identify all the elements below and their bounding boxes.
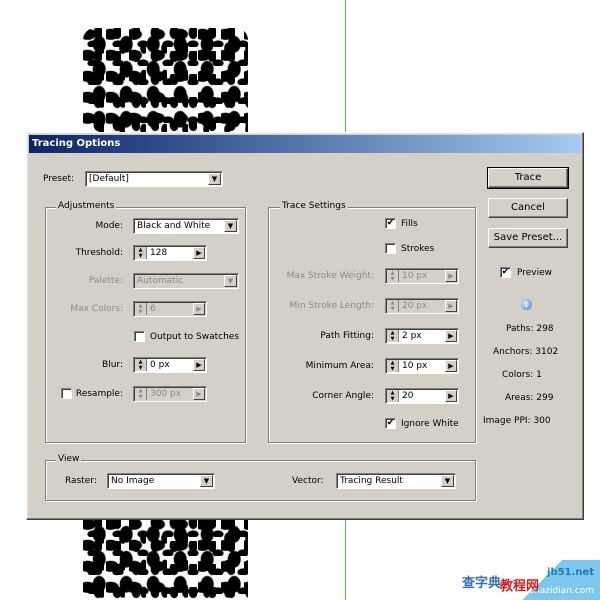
chevron-down-icon: ▼ <box>224 275 237 287</box>
preset-label: Preset: <box>43 174 75 184</box>
slider-arrow-icon[interactable]: ▶ <box>445 360 457 372</box>
spin-arrows-icon[interactable]: ▲ ▼ <box>387 330 399 342</box>
stat-paths: Paths: 298 <box>506 324 554 334</box>
spin-arrows-icon[interactable]: ▲ ▼ <box>387 270 399 282</box>
stat-colors: Colors: 1 <box>502 370 542 380</box>
trace-settings-title: Trace Settings <box>280 200 348 212</box>
chevron-down-icon: ▼ <box>224 220 237 232</box>
stat-anchors: Anchors: 3102 <box>493 347 559 357</box>
ignore-white-label: Ignore White <box>401 419 459 429</box>
trace-settings-group <box>268 207 476 443</box>
stat-areas: Areas: 299 <box>505 393 554 403</box>
max-colors-value: 6 <box>150 304 156 314</box>
minimum-area-stepper[interactable]: ▲ ▼ 10 px ▶ <box>385 358 459 374</box>
slider-arrow-icon[interactable]: ▶ <box>193 359 205 371</box>
threshold-label: Threshold: <box>75 248 123 258</box>
preset-value: [Default] <box>89 174 129 184</box>
palette-label: Palette: <box>88 276 123 286</box>
min-stroke-length-stepper[interactable]: ▲ ▼ 20 px ▶ <box>385 298 459 314</box>
trace-button[interactable]: Trace <box>487 167 569 189</box>
slider-arrow-icon[interactable]: ▶ <box>445 270 457 282</box>
path-fitting-stepper[interactable]: ▲ ▼ 2 px ▶ <box>385 328 459 344</box>
save-preset-button[interactable]: Save Preset... <box>488 228 568 248</box>
chevron-down-icon: ▼ <box>208 173 221 185</box>
spin-arrows-icon[interactable]: ▲ ▼ <box>387 360 399 372</box>
cancel-button[interactable]: Cancel <box>488 198 568 218</box>
vector-label: Vector: <box>292 476 324 486</box>
spin-arrows-icon[interactable]: ▲ ▼ <box>135 303 147 315</box>
max-colors-stepper[interactable]: ▲ ▼ 6 ▶ <box>133 301 207 317</box>
slider-arrow-icon[interactable]: ▶ <box>193 388 205 400</box>
strokes-label: Strokes <box>401 244 435 254</box>
mode-value: Black and White <box>137 221 211 231</box>
corner-angle-value: 20 <box>402 391 414 401</box>
palette-value: Automatic <box>137 276 184 286</box>
tracing-options-dialog: Tracing Options Preset: [Default] ▼ Adju… <box>26 132 584 520</box>
minimum-area-value: 10 px <box>402 361 428 371</box>
corner-angle-label: Corner Angle: <box>312 391 374 401</box>
resample-label: Resample: <box>75 389 123 399</box>
vector-select[interactable]: Tracing Result ▼ <box>336 473 456 489</box>
resample-stepper[interactable]: ▲ ▼ 300 px ▶ <box>133 386 207 402</box>
spin-arrows-icon[interactable]: ▲ ▼ <box>387 390 399 402</box>
chevron-down-icon: ▼ <box>200 475 213 487</box>
watermark-cn1: 查字典 <box>462 576 502 591</box>
output-to-swatches-checkbox[interactable] <box>134 331 145 342</box>
slider-arrow-icon[interactable]: ▶ <box>445 390 457 402</box>
slider-arrow-icon[interactable]: ▶ <box>445 330 457 342</box>
preview-checkbox[interactable]: ✔ <box>500 267 511 278</box>
ignore-white-checkbox[interactable]: ✔ <box>385 418 396 429</box>
max-stroke-weight-value: 10 px <box>402 271 428 281</box>
output-to-swatches-label: Output to Swatches <box>150 332 240 342</box>
view-title: View <box>56 453 82 465</box>
artwork-bottom <box>83 518 248 600</box>
spin-arrows-icon[interactable]: ▲ ▼ <box>387 300 399 312</box>
min-stroke-length-label: Min Stroke Length: <box>289 301 374 311</box>
max-colors-label: Max Colors: <box>70 304 123 314</box>
raster-label: Raster: <box>65 476 97 486</box>
preview-label: Preview <box>517 268 553 278</box>
mode-select[interactable]: Black and White ▼ <box>133 218 239 234</box>
threshold-stepper[interactable]: ▲ ▼ 128 ▶ <box>133 245 207 261</box>
slider-arrow-icon[interactable]: ▶ <box>193 303 205 315</box>
adjustments-title: Adjustments <box>56 200 117 212</box>
watermark-cn2: 教程网 <box>500 579 540 594</box>
slider-arrow-icon[interactable]: ▶ <box>445 300 457 312</box>
resample-value: 300 px <box>150 389 182 399</box>
threshold-value: 128 <box>150 248 168 258</box>
dialog-title: Tracing Options <box>29 135 581 153</box>
spin-arrows-icon[interactable]: ▲ ▼ <box>135 247 147 259</box>
path-fitting-label: Path Fitting: <box>320 331 374 341</box>
min-stroke-length-value: 20 px <box>402 301 428 311</box>
fills-checkbox[interactable]: ✔ <box>385 218 396 229</box>
path-fitting-value: 2 px <box>402 331 422 341</box>
artwork-top <box>83 28 248 132</box>
stat-image-ppi: Image PPI: 300 <box>483 416 551 426</box>
corner-angle-stepper[interactable]: ▲ ▼ 20 ▶ <box>385 388 459 404</box>
spin-arrows-icon[interactable]: ▲ ▼ <box>135 359 147 371</box>
slider-arrow-icon[interactable]: ▶ <box>193 247 205 259</box>
watermark-site: jb51.net <box>547 567 594 578</box>
vector-value: Tracing Result <box>340 476 403 486</box>
blur-value: 0 px <box>150 360 170 370</box>
fills-label: Fills <box>401 219 418 229</box>
blur-label: Blur: <box>102 360 123 370</box>
palette-select[interactable]: Automatic ▼ <box>133 273 239 289</box>
raster-select[interactable]: No Image ▼ <box>107 473 215 489</box>
preset-select[interactable]: [Default] ▼ <box>85 171 223 187</box>
max-stroke-weight-stepper[interactable]: ▲ ▼ 10 px ▶ <box>385 268 459 284</box>
chevron-down-icon: ▼ <box>441 475 454 487</box>
mode-label: Mode: <box>95 221 123 231</box>
max-stroke-weight-label: Max Stroke Weight: <box>286 271 374 281</box>
adjustments-group <box>45 207 246 443</box>
strokes-checkbox[interactable] <box>385 243 396 254</box>
raster-value: No Image <box>111 476 155 486</box>
info-icon: i <box>521 299 532 310</box>
minimum-area-label: Minimum Area: <box>305 361 374 371</box>
blur-stepper[interactable]: ▲ ▼ 0 px ▶ <box>133 357 207 373</box>
spin-arrows-icon[interactable]: ▲ ▼ <box>135 388 147 400</box>
